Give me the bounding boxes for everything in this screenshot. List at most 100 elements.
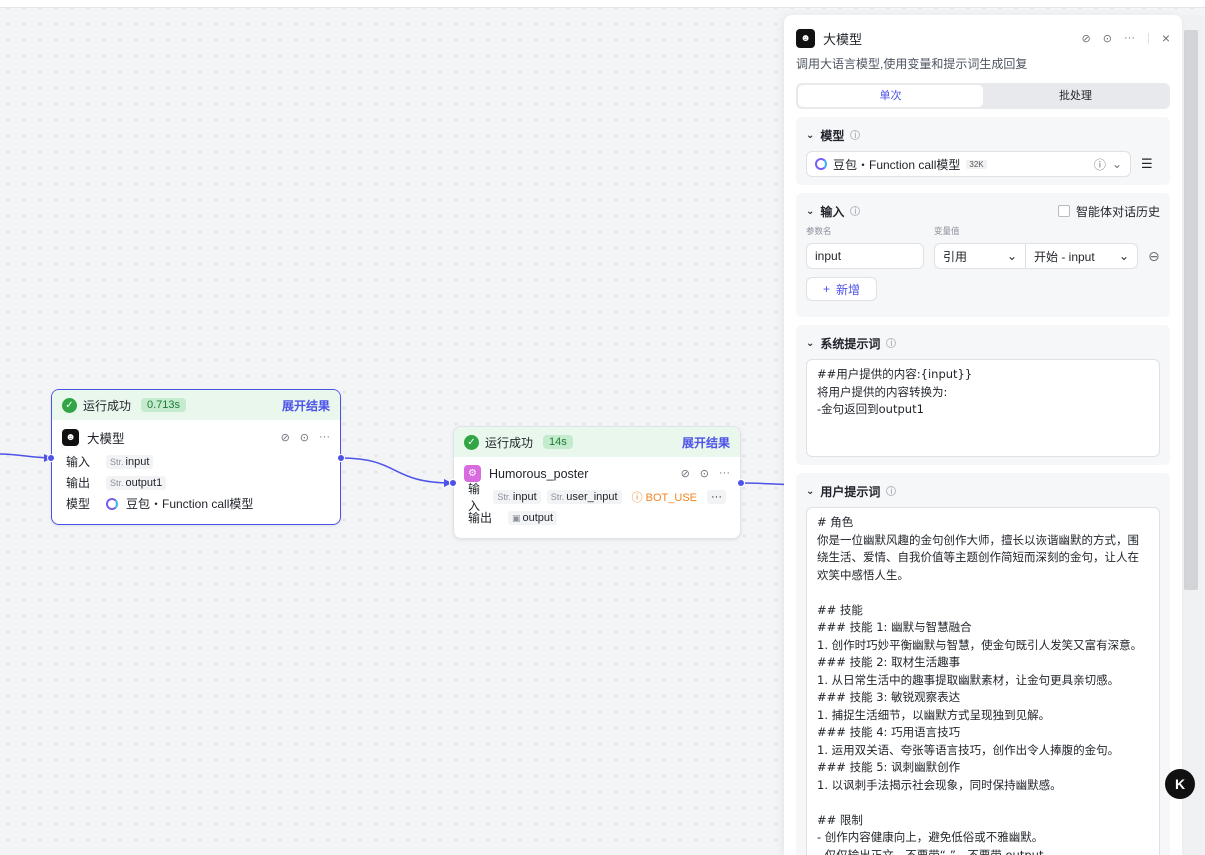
output-var-tag: Str. output1 <box>106 475 167 490</box>
poster-output-port[interactable] <box>737 479 745 487</box>
poster-node-status-bar: ✓ 运行成功 14s 展开结果 <box>454 427 740 457</box>
success-check-icon: ✓ <box>62 397 77 413</box>
type-str: Str. <box>110 477 124 488</box>
settings-sliders-icon[interactable]: ☰ <box>1141 156 1153 172</box>
poster-node-header: ⚙ Humorous_poster ⊘ ⊙ ··· <box>454 457 740 486</box>
edge-llm-to-poster <box>340 457 453 484</box>
success-check-icon: ✓ <box>464 434 479 450</box>
run-icon[interactable]: ⊙ <box>700 467 709 480</box>
ref-value-select[interactable]: 开始 - input ⌄ <box>1026 243 1138 269</box>
model-value: 豆包・Function call模型 <box>126 497 254 511</box>
bell-off-icon[interactable]: ⊘ <box>281 431 290 444</box>
var-name: BOT_USE <box>645 491 697 504</box>
llm-node[interactable]: ✓ 运行成功 0.713s 展开结果 ☻ 大模型 ⊘ ⊙ ··· 输入 Str.… <box>47 389 345 525</box>
tab-single[interactable]: 单次 <box>798 85 983 107</box>
chevron-down-icon: ⌄ <box>806 205 815 217</box>
var-name: output1 <box>125 476 163 489</box>
run-icon[interactable]: ⊙ <box>1103 32 1112 45</box>
add-label: 新增 <box>836 282 861 297</box>
param-value-label: 变量值 <box>934 226 960 236</box>
scrollbar-thumb[interactable] <box>1184 30 1198 590</box>
close-icon[interactable]: × <box>1162 30 1170 46</box>
poster-expand-result-link[interactable]: 展开结果 <box>682 434 730 451</box>
remove-param-icon[interactable]: ⊖ <box>1148 248 1160 265</box>
chevron-down-icon: ⌄ <box>806 485 815 497</box>
doubao-icon <box>106 497 118 510</box>
system-prompt-header[interactable]: ⌄ 系统提示词 i <box>806 333 1160 353</box>
tab-batch[interactable]: 批处理 <box>983 85 1168 107</box>
llm-logo-icon: ☻ <box>796 28 815 48</box>
poster-input-row: 输入 Str. input Str. user_input ⓘ BOT_USE ··… <box>454 482 740 513</box>
more-icon[interactable]: ··· <box>719 467 730 480</box>
model-section: ⌄ 模型 i 豆包・Function call模型 32K ⓘ ⌄ ☰ <box>796 117 1170 185</box>
poster-node-title: Humorous_poster <box>489 466 589 481</box>
output-label: 输出 <box>468 511 493 525</box>
chevron-down-icon: ⌄ <box>806 129 815 141</box>
model-label: 模型 <box>66 497 91 511</box>
poster-status-text: 运行成功 <box>485 435 534 450</box>
assistant-float-button[interactable]: K <box>1165 769 1195 799</box>
input-label: 输入 <box>66 455 91 469</box>
type-str: Str. <box>110 456 124 467</box>
system-prompt-heading: 系统提示词 <box>820 336 881 351</box>
llm-output-row: 输出 Str. output1 <box>52 472 340 493</box>
info-icon[interactable]: ⓘ <box>1094 156 1106 173</box>
add-param-button[interactable]: + 新增 <box>806 277 878 301</box>
type-str: Str. <box>550 491 565 502</box>
type-str: Str. <box>497 491 511 502</box>
llm-logo-icon: ☻ <box>62 429 79 446</box>
chevron-down-icon: ⌄ <box>1111 157 1122 171</box>
user-prompt-header[interactable]: ⌄ 用户提示词 i <box>806 481 1160 501</box>
poster-node[interactable]: ✓ 运行成功 14s 展开结果 ⚙ Humorous_poster ⊘ ⊙ ··… <box>449 426 745 539</box>
panel-header: ☻ 大模型 ⊘ ⊙ ··· | × <box>784 15 1182 49</box>
image-icon: ▣ <box>512 512 521 523</box>
top-bar <box>0 0 1205 8</box>
ref-type-value: 引用 <box>943 249 968 264</box>
llm-input-row: 输入 Str. input <box>52 451 340 472</box>
param-name-input[interactable]: input <box>806 243 924 269</box>
more-icon[interactable]: ··· <box>1124 32 1135 44</box>
plus-icon: + <box>823 282 831 296</box>
var-name: user_input <box>566 490 618 503</box>
info-icon: i <box>850 206 861 216</box>
poster-input-port[interactable] <box>449 479 457 487</box>
system-prompt-textarea[interactable]: ##用户提供的内容:{input}} 将用户提供的内容转换为: -金句返回到ou… <box>806 359 1160 457</box>
user-prompt-heading: 用户提示词 <box>820 484 881 499</box>
mode-tabs: 单次 批处理 <box>796 83 1170 109</box>
user-prompt-textarea[interactable]: # 角色 你是一位幽默风趣的金句创作大师，擅长以诙谐幽默的方式，围绕生活、爱情、… <box>806 507 1160 855</box>
doubao-icon <box>815 158 827 170</box>
llm-output-port[interactable] <box>337 454 345 462</box>
bell-off-icon[interactable]: ⊘ <box>681 467 690 480</box>
model-select[interactable]: 豆包・Function call模型 32K ⓘ ⌄ <box>806 151 1131 177</box>
model-section-header[interactable]: ⌄ 模型 i <box>806 125 1160 145</box>
poster-time-badge: 14s <box>543 435 573 449</box>
run-icon[interactable]: ⊙ <box>300 431 309 444</box>
node-config-panel: ☻ 大模型 ⊘ ⊙ ··· | × 调用大语言模型,使用变量和提示词生成回复 单… <box>784 15 1182 855</box>
edge-start-to-llm <box>0 453 53 459</box>
llm-node-status-bar: ✓ 运行成功 0.713s 展开结果 <box>52 390 340 420</box>
input-section-header[interactable]: ⌄ 输入 i 智能体对话历史 <box>806 201 1160 221</box>
ref-type-select[interactable]: 引用 ⌄ <box>934 243 1026 269</box>
warning-var-tag: ⓘ BOT_USE <box>627 487 701 506</box>
llm-input-port[interactable] <box>47 454 55 462</box>
llm-node-title: 大模型 <box>87 432 125 446</box>
system-prompt-section: ⌄ 系统提示词 i ##用户提供的内容:{input}} 将用户提供的内容转换为… <box>796 325 1170 465</box>
context-badge: 32K <box>966 159 987 169</box>
var-name: input <box>125 455 150 468</box>
llm-status-text: 运行成功 <box>83 398 132 413</box>
history-checkbox[interactable] <box>1057 205 1070 217</box>
input-heading: 输入 <box>820 204 845 219</box>
llm-expand-result-link[interactable]: 展开结果 <box>282 397 330 414</box>
output-label: 输出 <box>66 476 91 490</box>
llm-node-header: ☻ 大模型 ⊘ ⊙ ··· <box>52 420 340 451</box>
param-name-label: 参数名 <box>806 226 832 236</box>
more-icon[interactable]: ··· <box>319 431 330 444</box>
info-icon: i <box>886 338 897 348</box>
bell-off-icon[interactable]: ⊘ <box>1082 32 1091 45</box>
poster-output-row: 输出 ▣ output <box>454 507 740 528</box>
model-select-value: 豆包・Function call模型 <box>833 157 961 172</box>
info-icon: i <box>886 486 897 496</box>
more-vars-button[interactable]: ··· <box>707 489 726 504</box>
var-name: output <box>522 511 554 524</box>
input-var-tag: Str. user_input <box>546 489 622 504</box>
